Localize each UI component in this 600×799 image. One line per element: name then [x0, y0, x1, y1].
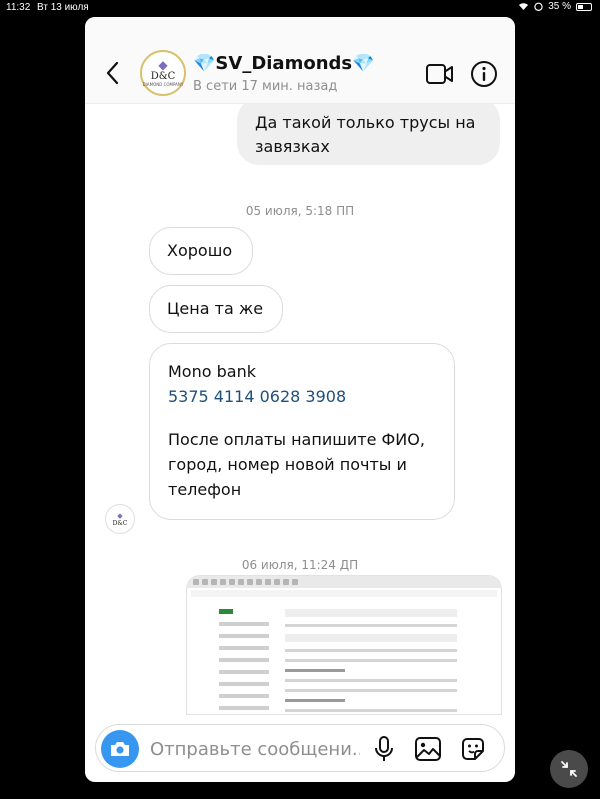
- diamond-logo-icon: ◆: [158, 58, 168, 72]
- wifi-icon: [519, 3, 529, 11]
- chevron-left-icon[interactable]: [103, 60, 123, 86]
- contact-status: В сети 17 мин. назад: [193, 79, 338, 94]
- camera-icon: [111, 742, 129, 756]
- timestamp: 05 июля, 5:18 ПП: [245, 204, 355, 218]
- camera-button[interactable]: [101, 730, 139, 768]
- chat-header: ◆ D&C DIAMOND COMPANY 💎SV_Diamonds💎 В се…: [85, 17, 515, 104]
- status-time: 11:32: [6, 2, 31, 13]
- status-bar: 11:32 Вт 13 июля 35 %: [0, 0, 600, 15]
- video-camera-icon[interactable]: [425, 62, 455, 86]
- alarm-icon: [534, 2, 543, 11]
- gem-emoji: 💎: [352, 53, 375, 74]
- status-date: Вт 13 июля: [37, 2, 89, 13]
- contact-name-text: SV_Diamonds: [215, 53, 353, 74]
- outgoing-message[interactable]: Да такой только трусы на завязках: [237, 104, 500, 165]
- timestamp: 06 июля, 11:24 ДП: [241, 558, 359, 572]
- screenshot-content: [187, 599, 501, 714]
- screenshot-sidebar: [219, 609, 279, 714]
- collapse-button[interactable]: [550, 750, 588, 788]
- battery-percent: 35 %: [548, 1, 571, 12]
- image-message[interactable]: [186, 575, 502, 715]
- card-number-link[interactable]: 5375 4114 0628 3908: [168, 384, 436, 409]
- gallery-icon[interactable]: [414, 736, 442, 762]
- screenshot-main: [285, 609, 457, 714]
- avatar-logo-subtext: DIAMOND COMPANY: [142, 82, 184, 87]
- message-thread[interactable]: Да такой только трусы на завязках 05 июл…: [85, 104, 515, 719]
- incoming-message[interactable]: Хорошо: [149, 227, 253, 275]
- contact-name[interactable]: 💎SV_Diamonds💎: [193, 53, 375, 74]
- sender-avatar[interactable]: ◆ D&C: [105, 504, 135, 534]
- avatar-logo-text: D&C: [150, 71, 176, 82]
- gem-emoji: 💎: [193, 53, 216, 74]
- battery-icon: [576, 2, 592, 11]
- avatar[interactable]: ◆ D&C DIAMOND COMPANY: [140, 50, 186, 96]
- chat-window: ◆ D&C DIAMOND COMPANY 💎SV_Diamonds💎 В се…: [85, 17, 515, 782]
- collapse-icon: [561, 761, 577, 777]
- message-composer: [95, 724, 505, 772]
- sticker-icon[interactable]: [459, 735, 487, 763]
- microphone-icon[interactable]: [373, 736, 395, 762]
- message-input[interactable]: [150, 737, 360, 761]
- screenshot-browser-bar: [187, 576, 501, 588]
- bank-name: Mono bank: [168, 362, 256, 381]
- incoming-message[interactable]: Mono bank 5375 4114 0628 3908 После опла…: [149, 343, 455, 520]
- avatar-logo-text: D&C: [112, 519, 128, 527]
- payment-instructions: После оплаты напишите ФИО, город, номер …: [168, 430, 425, 499]
- diamond-logo-icon: ◆: [117, 511, 123, 520]
- screenshot-url-bar: [191, 590, 497, 597]
- status-indicators: 35 %: [518, 1, 592, 12]
- info-icon[interactable]: [470, 60, 498, 88]
- incoming-message[interactable]: Цена та же: [149, 285, 283, 333]
